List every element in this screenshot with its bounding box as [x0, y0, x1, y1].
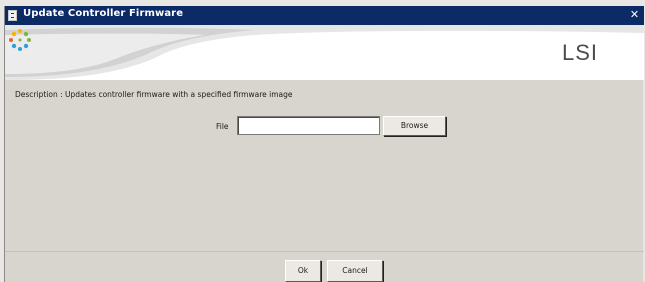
- ok-button[interactable]: Ok: [285, 260, 321, 282]
- title-bar[interactable]: Update Controller Firmware ✕: [5, 6, 644, 25]
- window-title: Update Controller Firmware: [23, 8, 184, 19]
- system-menu-icon[interactable]: [8, 10, 17, 21]
- banner-swoosh: [5, 25, 644, 80]
- cancel-button[interactable]: Cancel: [327, 260, 383, 282]
- description-text: Description : Updates controller firmwar…: [15, 90, 293, 99]
- close-icon[interactable]: ✕: [628, 8, 641, 21]
- update-firmware-dialog: Update Controller Firmware ✕ LSI Descrip…: [4, 6, 644, 282]
- footer-divider: [5, 251, 644, 252]
- file-label: File: [216, 122, 229, 131]
- browse-button[interactable]: Browse: [383, 116, 446, 136]
- file-path-input[interactable]: [237, 116, 380, 135]
- lsi-logo-text: LSI: [561, 40, 598, 65]
- lsi-starburst-icon: [9, 29, 31, 51]
- header-banner: LSI: [5, 25, 644, 80]
